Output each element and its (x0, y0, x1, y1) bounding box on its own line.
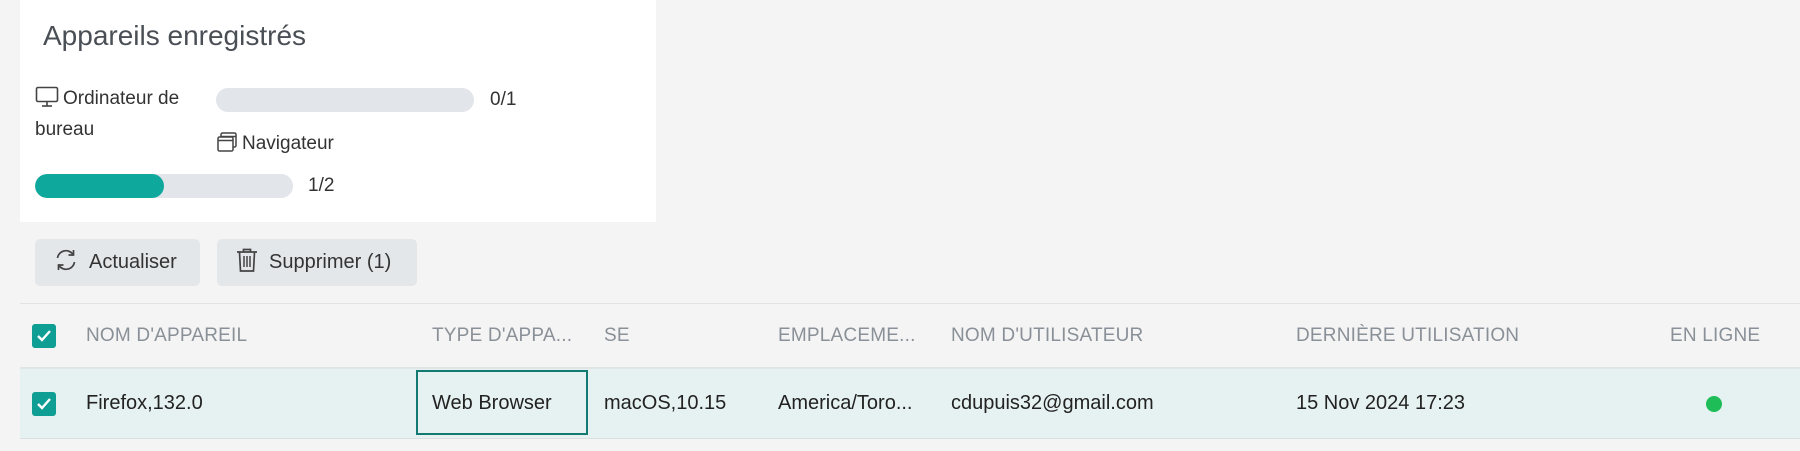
column-device-name[interactable]: NOM D'APPAREIL (86, 304, 247, 367)
browser-stat-label: Navigateur (216, 130, 334, 161)
refresh-button[interactable]: Actualiser (35, 239, 200, 286)
checkbox-checked-icon (32, 323, 56, 348)
cell-os: macOS,10.15 (604, 392, 727, 414)
card-title: Appareils enregistrés (43, 20, 307, 51)
refresh-icon (53, 247, 79, 279)
browser-progress-bar (35, 174, 293, 198)
table-header: NOM D'APPAREIL TYPE D'APPA... SE EMPLACE… (20, 303, 1800, 369)
devices-table: NOM D'APPAREIL TYPE D'APPA... SE EMPLACE… (20, 303, 1800, 439)
row-checkbox[interactable] (32, 369, 56, 438)
monitor-icon (35, 86, 59, 116)
column-last-used[interactable]: DERNIÈRE UTILISATION (1296, 304, 1519, 367)
select-all-checkbox[interactable] (32, 304, 56, 367)
browser-count: 1/2 (308, 175, 335, 196)
online-status-dot-icon (1706, 395, 1722, 412)
browser-windows-icon (216, 131, 238, 161)
cell-location: America/Toro... (778, 392, 913, 414)
column-os[interactable]: SE (604, 304, 630, 367)
cell-device-name: Firefox,132.0 (86, 392, 203, 414)
column-username[interactable]: NOM D'UTILISATEUR (951, 304, 1143, 367)
column-device-type[interactable]: TYPE D'APPA... (432, 304, 572, 367)
column-location[interactable]: EMPLACEME... (778, 304, 916, 367)
cell-last-used: 15 Nov 2024 17:23 (1296, 392, 1466, 414)
cell-online (1706, 369, 1722, 438)
browser-progress-fill (35, 174, 164, 198)
refresh-button-label: Actualiser (89, 251, 177, 273)
desktop-count: 0/1 (490, 89, 517, 110)
table-row[interactable]: Firefox,132.0 Web Browser macOS,10.15 Am… (20, 369, 1800, 439)
trash-icon (235, 247, 259, 279)
registered-devices-card: Appareils enregistrés Ordinateur de bure… (20, 0, 656, 222)
cell-device-type[interactable]: Web Browser (432, 369, 552, 438)
delete-button-label: Supprimer (1) (269, 251, 392, 273)
column-online[interactable]: EN LIGNE (1670, 304, 1760, 367)
desktop-progress-bar (216, 88, 474, 112)
delete-button[interactable]: Supprimer (1) (217, 239, 417, 286)
desktop-stat-label: Ordinateur de bureau (35, 86, 180, 140)
cell-username: cdupuis32@gmail.com (951, 392, 1154, 414)
checkbox-checked-icon (32, 391, 56, 416)
